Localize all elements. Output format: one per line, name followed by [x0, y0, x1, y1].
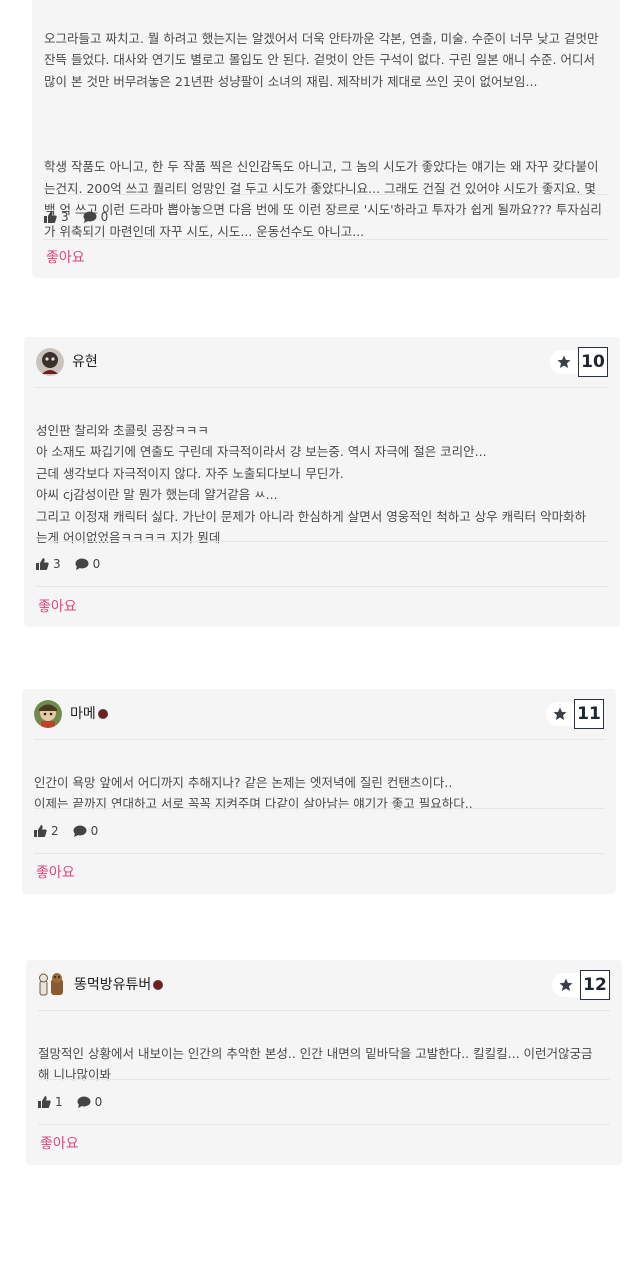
- rank-badge: 12: [552, 970, 610, 1000]
- star-icon: [557, 355, 571, 368]
- review-stats: 3 0: [36, 541, 608, 587]
- comment-icon: [73, 825, 87, 837]
- avatar: [34, 700, 62, 728]
- username[interactable]: 똥먹방유튜버: [74, 974, 164, 994]
- rank-number: 11: [574, 699, 604, 729]
- comment-icon: [77, 1096, 91, 1108]
- thumbs-up-icon: [38, 1096, 51, 1108]
- comment-icon: [75, 558, 89, 570]
- review-header: 유현 10: [36, 337, 608, 388]
- review-paragraph: 오그라들고 짜치고. 뭘 하려고 했는지는 알겠어서 더욱 안타까운 각본, 연…: [44, 30, 599, 89]
- review-paragraph: 성인판 찰리와 초콜릿 공장ㅋㅋㅋ 아 소재도 짜깁기에 연출도 구린데 자극적…: [36, 422, 587, 546]
- star-icon: [559, 978, 573, 991]
- username[interactable]: 유현: [72, 351, 98, 371]
- avatar: [38, 971, 66, 999]
- star-icon: [553, 707, 567, 720]
- review-stats: 1 0: [38, 1079, 610, 1125]
- star-pill: [546, 702, 574, 726]
- rank-number: 10: [578, 347, 608, 377]
- like-button[interactable]: 좋아요: [38, 596, 77, 616]
- review-card: 유현 10 성인판 찰리와 초콜릿 공장ㅋㅋㅋ 아 소재도 짜깁기에 연출도 구…: [24, 337, 620, 627]
- comment-count: 0: [75, 557, 100, 571]
- star-pill: [550, 350, 578, 374]
- review-header: 마메 11: [34, 689, 604, 740]
- like-button[interactable]: 좋아요: [40, 1133, 79, 1153]
- rank-badge: 10: [550, 347, 608, 377]
- like-button[interactable]: 좋아요: [46, 247, 85, 267]
- review-card: 마메 11 인간이 욕망 앞에서 어디까지 추해지나? 같은 논제는 엣저녁에 …: [22, 689, 616, 894]
- like-count: 2: [34, 824, 59, 838]
- review-stats: 2 0: [34, 808, 604, 854]
- thumbs-up-icon: [36, 558, 49, 570]
- like-count: 3: [44, 210, 69, 224]
- review-card: 오그라들고 짜치고. 뭘 하려고 했는지는 알겠어서 더욱 안타까운 각본, 연…: [32, 0, 620, 278]
- like-count: 1: [38, 1095, 63, 1109]
- rank-number: 12: [580, 970, 610, 1000]
- comment-count: 0: [83, 210, 108, 224]
- comment-count: 0: [73, 824, 98, 838]
- like-count: 3: [36, 557, 61, 571]
- comment-count: 0: [77, 1095, 102, 1109]
- review-card: 똥먹방유튜버 12 절망적인 상황에서 내보이는 인간의 추악한 본성.. 인간…: [26, 960, 622, 1165]
- review-header: 똥먹방유튜버 12: [38, 960, 610, 1011]
- avatar: [36, 348, 64, 376]
- thumbs-up-icon: [44, 211, 57, 223]
- review-stats: 3 0: [44, 194, 608, 240]
- like-button[interactable]: 좋아요: [36, 862, 75, 882]
- user-badge-icon: [97, 709, 108, 719]
- username[interactable]: 마메: [70, 703, 108, 723]
- user-badge-icon: [153, 980, 164, 990]
- star-pill: [552, 973, 580, 997]
- comment-icon: [83, 211, 97, 223]
- thumbs-up-icon: [34, 825, 47, 837]
- rank-badge: 11: [546, 699, 604, 729]
